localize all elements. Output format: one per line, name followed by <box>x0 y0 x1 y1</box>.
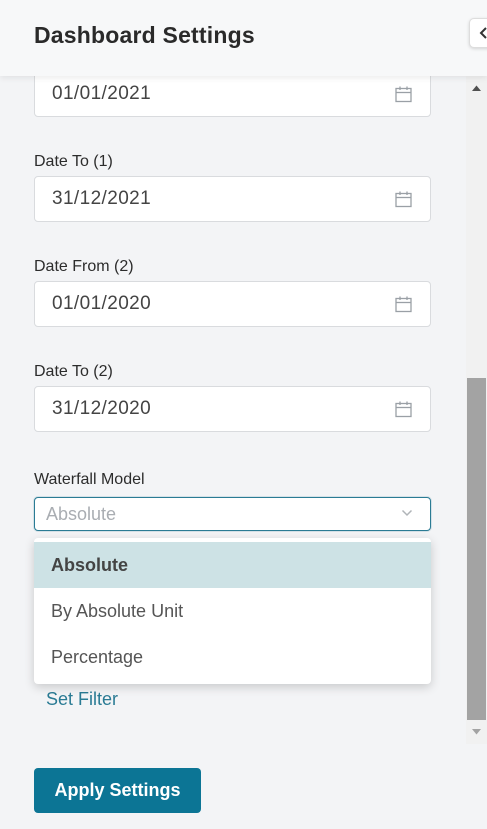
chevron-down-icon <box>401 509 413 517</box>
calendar-icon[interactable] <box>395 296 412 313</box>
dropdown-option-by-absolute-unit[interactable]: By Absolute Unit <box>34 588 431 634</box>
date-to-2-input[interactable]: 31/12/2020 <box>34 386 431 432</box>
calendar-icon[interactable] <box>395 191 412 208</box>
date-from-2-label: Date From (2) <box>34 258 134 275</box>
calendar-icon[interactable] <box>395 86 412 103</box>
dropdown-option-percentage[interactable]: Percentage <box>34 634 431 680</box>
waterfall-model-placeholder: Absolute <box>46 504 117 524</box>
date-to-2-label: Date To (2) <box>34 363 113 380</box>
date-from-1-value: 01/01/2021 <box>52 83 152 104</box>
dashboard-settings-panel: Dashboard Settings 01/01/2021 Date To (1… <box>0 0 487 829</box>
dropdown-option-absolute[interactable]: Absolute <box>34 542 431 588</box>
calendar-icon[interactable] <box>395 401 412 418</box>
date-to-1-label: Date To (1) <box>34 153 113 170</box>
date-to-1-input[interactable]: 31/12/2021 <box>34 176 431 222</box>
scroll-up-arrow-icon[interactable] <box>471 84 482 92</box>
vertical-scrollbar[interactable] <box>466 76 487 744</box>
date-from-1-input[interactable]: 01/01/2021 <box>34 76 431 117</box>
date-to-2-value: 31/12/2020 <box>52 398 152 419</box>
apply-settings-button[interactable]: Apply Settings <box>34 768 201 813</box>
waterfall-model-label: Waterfall Model <box>34 471 145 488</box>
date-from-2-input[interactable]: 01/01/2020 <box>34 281 431 327</box>
date-from-2-value: 01/01/2020 <box>52 293 152 314</box>
page-title: Dashboard Settings <box>34 22 255 48</box>
waterfall-model-dropdown-menu: Absolute By Absolute Unit Percentage <box>34 538 431 684</box>
settings-scroll-area[interactable]: 01/01/2021 Date To (1) 31/12/2021 Date F… <box>0 76 466 744</box>
scrollbar-thumb[interactable] <box>467 378 486 720</box>
chevron-left-icon <box>479 27 487 39</box>
set-filter-link[interactable]: Set Filter <box>46 689 118 710</box>
panel-header: Dashboard Settings <box>0 0 487 76</box>
waterfall-model-select[interactable]: Absolute <box>34 497 431 531</box>
collapse-panel-button[interactable] <box>469 18 487 48</box>
scroll-down-arrow-icon[interactable] <box>471 728 482 736</box>
date-to-1-value: 31/12/2021 <box>52 188 152 209</box>
